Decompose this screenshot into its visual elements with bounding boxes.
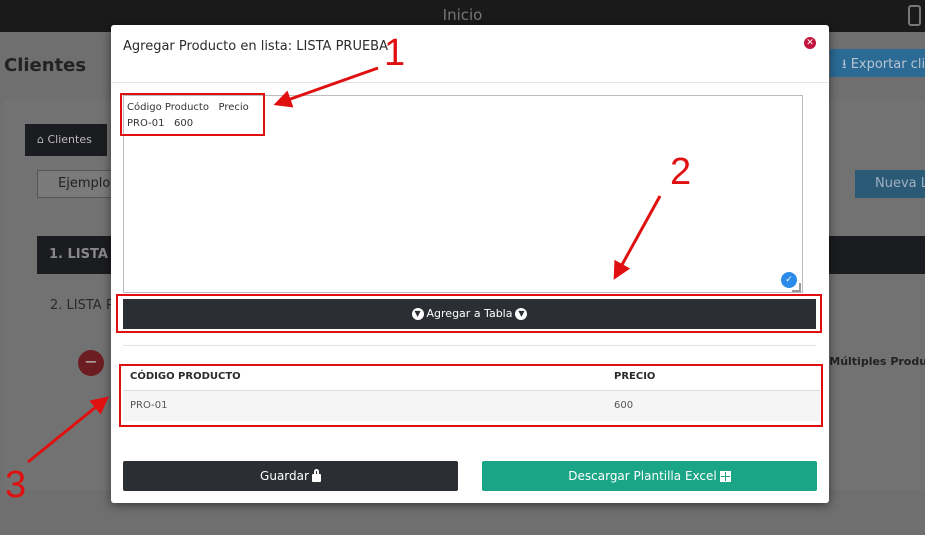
home-icon: ⌂ xyxy=(37,133,48,146)
list-item-2[interactable]: 2. LISTA P xyxy=(50,298,114,313)
save-button[interactable]: Guardar xyxy=(123,461,458,491)
topbar-title[interactable]: Inicio xyxy=(0,6,925,24)
excel-label: Descargar Plantilla Excel xyxy=(568,469,717,483)
add-multiple-products-link[interactable]: r Múltiples Produc xyxy=(820,355,925,368)
tab-clientes[interactable]: ⌂ Clientes xyxy=(25,124,107,156)
remove-circle-icon[interactable]: − xyxy=(78,350,104,376)
phone-icon[interactable] xyxy=(908,5,921,26)
annotation-number-3: 3 xyxy=(5,464,27,506)
save-label: Guardar xyxy=(260,469,309,483)
modal-title: Agregar Producto en lista: LISTA PRUEBA xyxy=(123,39,388,54)
download-excel-template-button[interactable]: Descargar Plantilla Excel xyxy=(482,461,817,491)
export-label: Exportar cli xyxy=(850,57,925,72)
table-grid-icon xyxy=(719,471,731,482)
divider xyxy=(123,345,816,346)
example-button[interactable]: Ejemplo p xyxy=(37,170,117,198)
modal-header: Agregar Producto en lista: LISTA PRUEBA … xyxy=(111,25,829,83)
page-title: Clientes xyxy=(4,55,87,76)
resize-grip-icon[interactable] xyxy=(792,283,801,292)
annotation-box-2 xyxy=(116,294,822,333)
annotation-box-1 xyxy=(120,93,265,136)
annotation-box-3 xyxy=(119,364,823,427)
annotation-number-1: 1 xyxy=(384,32,406,74)
new-list-button[interactable]: Nueva Lis xyxy=(855,170,925,198)
close-icon[interactable]: ✕ xyxy=(804,37,816,49)
download-icon: ⭳ xyxy=(842,57,851,72)
export-clients-button[interactable]: ⭳ Exportar cli xyxy=(830,49,925,77)
unlock-icon xyxy=(311,468,321,482)
annotation-number-2: 2 xyxy=(670,151,692,193)
tab-clientes-label: Clientes xyxy=(47,133,92,146)
